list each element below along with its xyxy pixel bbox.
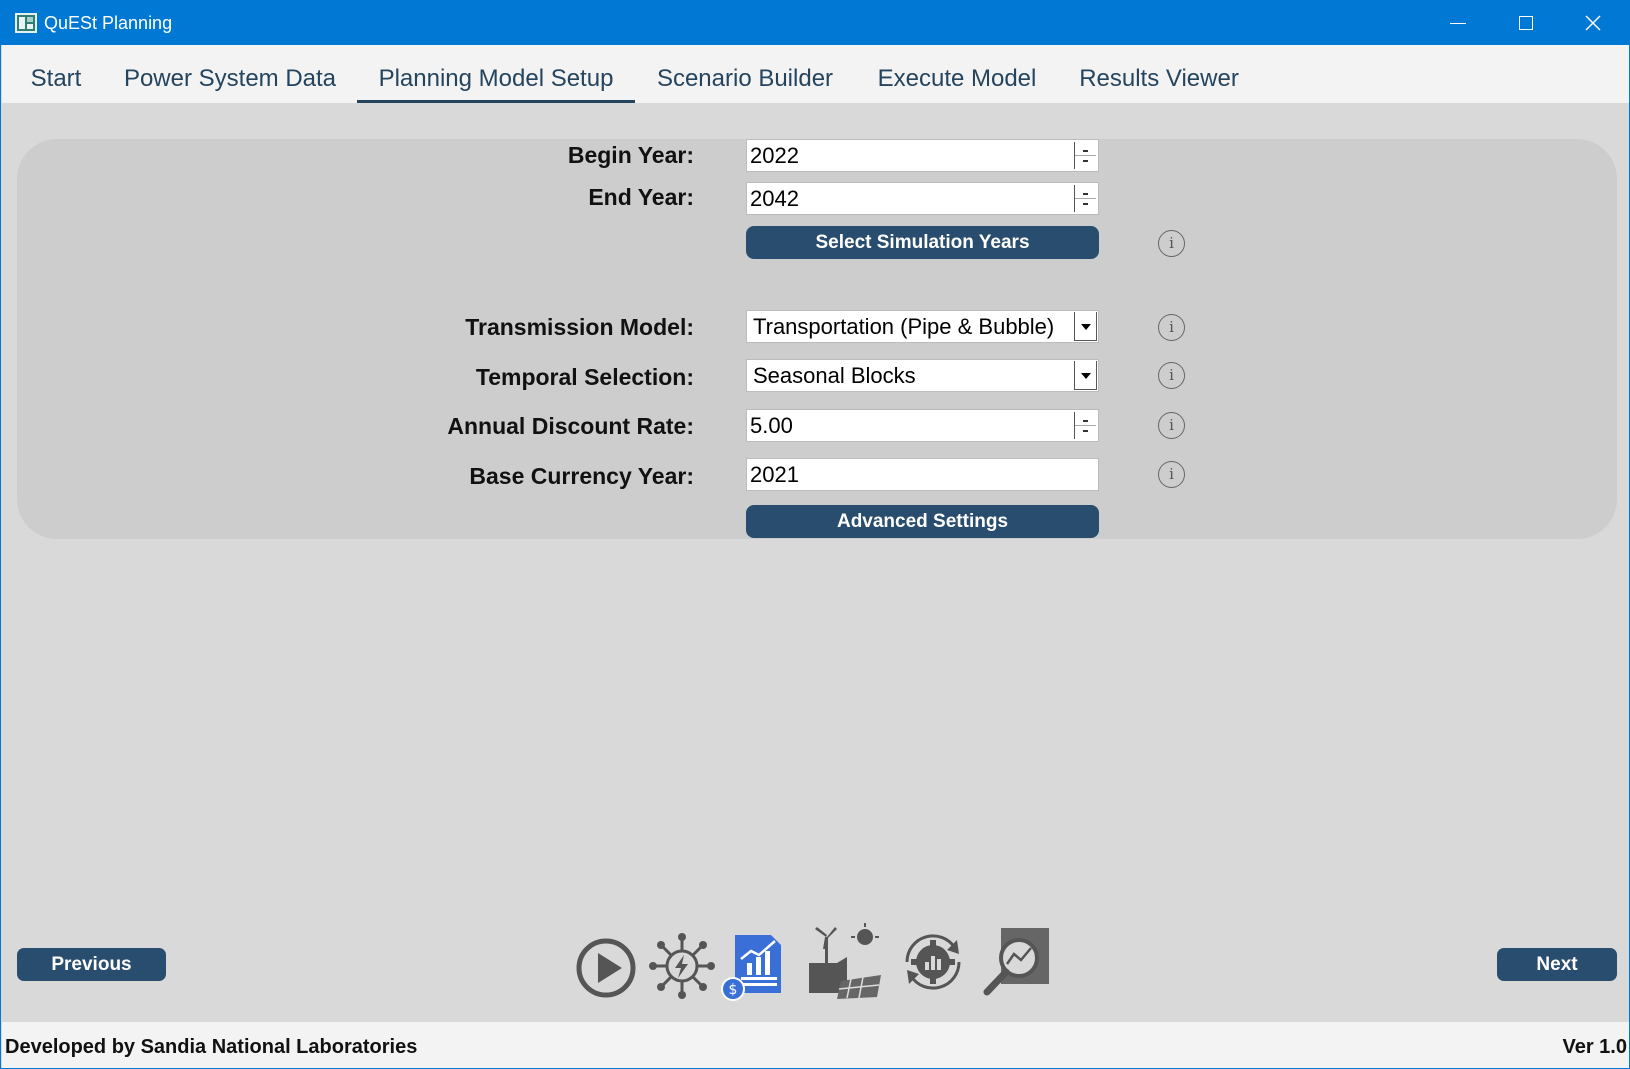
spin-down-icon [1083, 203, 1088, 205]
maximize-button[interactable] [1491, 1, 1559, 45]
tab-start[interactable]: Start [16, 45, 96, 103]
dropdown-arrow-icon[interactable] [1074, 361, 1097, 390]
next-button[interactable]: Next [1497, 948, 1617, 981]
discount-rate-spinner[interactable] [1074, 412, 1096, 439]
annual-discount-rate-value: 5.00 [750, 413, 793, 438]
spin-up-icon [1083, 150, 1088, 152]
advanced-settings-button[interactable]: Advanced Settings [746, 505, 1099, 538]
info-icon[interactable]: i [1158, 461, 1185, 488]
developer-credit: Developed by Sandia National Laboratorie… [5, 1036, 418, 1058]
app-window: QuESt Planning Start Power System Data P… [0, 0, 1630, 1069]
tab-power-system-data[interactable]: Power System Data [114, 45, 346, 103]
svg-text:$: $ [729, 982, 738, 998]
annual-discount-rate-input[interactable]: 5.00 [746, 409, 1099, 442]
tab-planning-model-setup[interactable]: Planning Model Setup [357, 45, 635, 103]
spin-up-icon [1083, 193, 1088, 195]
select-simulation-years-button[interactable]: Select Simulation Years [746, 226, 1099, 259]
spin-down-icon [1083, 430, 1088, 432]
close-icon [1585, 15, 1601, 31]
base-currency-year-label: Base Currency Year: [469, 463, 694, 489]
base-currency-year-input[interactable]: 2021 [746, 458, 1099, 491]
play-icon[interactable] [575, 934, 641, 1000]
maximize-icon [1519, 16, 1533, 30]
begin-year-label: Begin Year: [567, 142, 694, 168]
transmission-model-label: Transmission Model: [465, 314, 694, 340]
power-network-icon[interactable] [649, 933, 715, 999]
info-icon[interactable]: i [1158, 362, 1185, 389]
info-icon[interactable]: i [1158, 314, 1185, 341]
temporal-selection-select[interactable]: Seasonal Blocks [746, 359, 1099, 392]
title-bar: QuESt Planning [1, 1, 1629, 45]
transmission-model-value: Transportation (Pipe & Bubble) [753, 314, 1055, 339]
temporal-selection-value: Seasonal Blocks [753, 363, 916, 388]
minimize-button[interactable] [1423, 1, 1491, 45]
temporal-selection-label: Temporal Selection: [475, 364, 694, 390]
end-year-value: 2042 [750, 186, 799, 211]
info-icon[interactable]: i [1158, 412, 1185, 439]
app-logo-icon [15, 13, 37, 33]
info-icon[interactable]: i [1158, 230, 1185, 257]
tab-results-viewer[interactable]: Results Viewer [1074, 45, 1244, 103]
previous-button[interactable]: Previous [17, 948, 166, 981]
begin-year-value: 2022 [750, 143, 799, 168]
version-label: Ver 1.0 [1562, 1036, 1627, 1058]
results-analysis-icon[interactable] [979, 926, 1053, 998]
base-currency-year-value: 2021 [750, 462, 799, 487]
tab-bar: Start Power System Data Planning Model S… [2, 45, 1629, 103]
tab-scenario-builder[interactable]: Scenario Builder [650, 45, 840, 103]
close-button[interactable] [1559, 1, 1627, 45]
annual-discount-rate-label: Annual Discount Rate: [447, 413, 694, 439]
transmission-model-select[interactable]: Transportation (Pipe & Bubble) [746, 310, 1099, 343]
status-bar: Developed by Sandia National Laboratorie… [2, 1022, 1629, 1068]
tab-execute-model[interactable]: Execute Model [872, 45, 1042, 103]
optimization-gear-icon[interactable] [897, 926, 969, 998]
window-title: QuESt Planning [44, 13, 173, 33]
end-year-label: End Year: [588, 184, 694, 210]
begin-year-input[interactable]: 2022 [746, 139, 1099, 172]
spin-down-icon [1083, 160, 1088, 162]
dropdown-arrow-icon[interactable] [1074, 312, 1097, 341]
spin-up-icon [1083, 420, 1088, 422]
begin-year-spinner[interactable] [1074, 142, 1096, 169]
generation-resources-icon[interactable] [801, 923, 885, 1001]
cost-report-icon[interactable]: $ [719, 931, 787, 1001]
end-year-spinner[interactable] [1074, 185, 1096, 212]
end-year-input[interactable]: 2042 [746, 182, 1099, 215]
minimize-icon [1450, 23, 1466, 24]
